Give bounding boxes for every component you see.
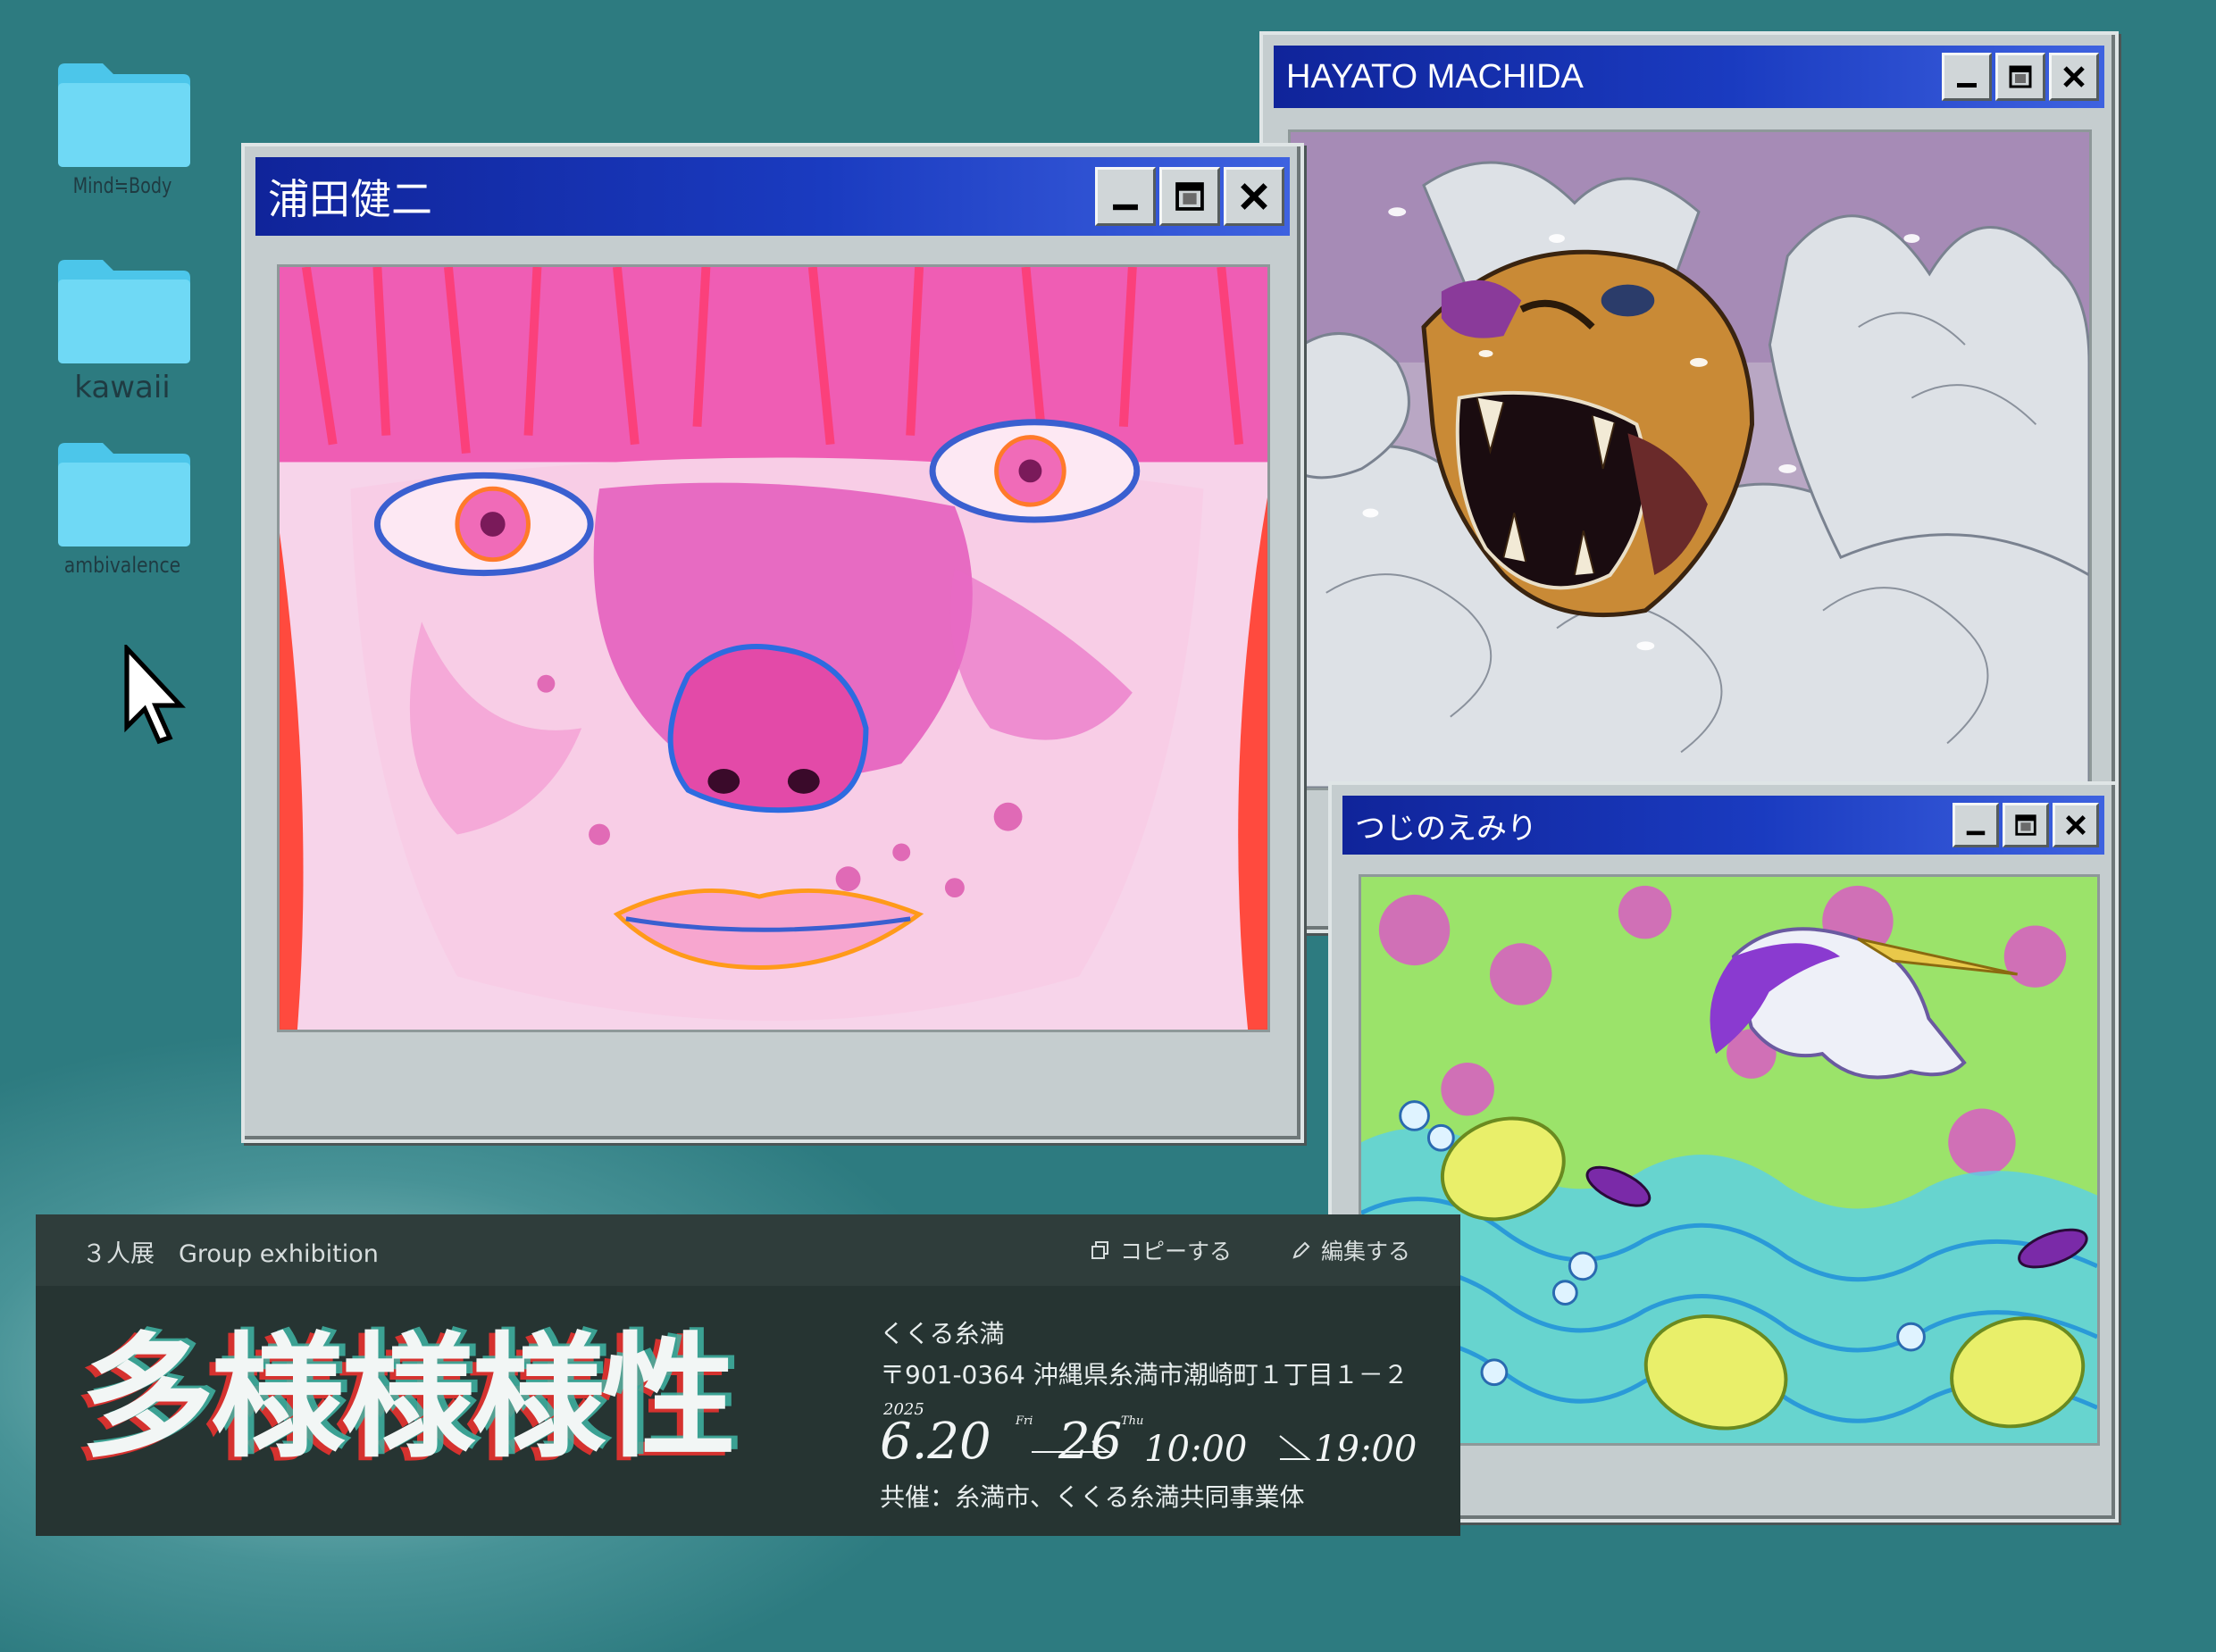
maximize-icon xyxy=(2015,814,2036,836)
minimize-icon xyxy=(1113,204,1138,211)
close-icon xyxy=(2066,815,2086,835)
exhibition-subtitle: ３人展 Group exhibition xyxy=(82,1240,379,1268)
window-controls xyxy=(1953,803,2099,847)
title-glitch-main: 多様様様性 xyxy=(80,1319,736,1476)
minimize-icon xyxy=(1966,830,1986,836)
artwork-unicorn-image xyxy=(1361,877,2097,1443)
folder-label: Mind≒Body xyxy=(72,173,172,198)
close-icon xyxy=(2063,66,2085,88)
artwork-unicorn xyxy=(1359,874,2100,1446)
minimize-button[interactable] xyxy=(1942,53,1992,101)
folder-label: kawaii xyxy=(74,370,171,405)
window-controls xyxy=(1095,167,1284,226)
open-time: 10:00 xyxy=(1144,1429,1248,1470)
maximize-button[interactable] xyxy=(2003,803,2049,847)
artwork-pink-face-image xyxy=(280,267,1267,1030)
minimize-icon xyxy=(1957,83,1977,88)
window-title: HAYATO MACHIDA xyxy=(1286,57,1584,96)
copy-button[interactable]: コピーする xyxy=(1090,1234,1232,1266)
artwork-tiger-image xyxy=(1291,132,2089,788)
window-titlebar[interactable]: 浦田健二 xyxy=(255,157,1290,236)
venue-name: くくる糸満 xyxy=(880,1319,1005,1348)
exhibition-info-panel: ３人展 Group exhibition コピーする 編集する 多様様様性 多様… xyxy=(36,1214,1460,1536)
edit-button[interactable]: 編集する xyxy=(1291,1234,1410,1266)
maximize-icon xyxy=(2009,65,2032,88)
copy-icon xyxy=(1091,1241,1108,1259)
maximize-button[interactable] xyxy=(1995,53,2045,101)
end-weekday: Thu xyxy=(1121,1414,1144,1428)
close-time: 19:00 xyxy=(1314,1429,1417,1470)
exhibition-title: 多様様様性 多様様様性 多様様様性 xyxy=(74,1319,884,1477)
folder-icon xyxy=(58,260,190,363)
maximize-button[interactable] xyxy=(1159,167,1220,226)
folder-mind-body[interactable]: Mind≒Body xyxy=(33,58,212,198)
artwork-tiger xyxy=(1288,129,2092,790)
minimize-button[interactable] xyxy=(1095,167,1156,226)
folder-kawaii[interactable]: kawaii xyxy=(33,254,212,405)
window-title: つじのえみり xyxy=(1355,811,1537,846)
window-titlebar[interactable]: つじのえみり xyxy=(1342,796,2104,855)
start-weekday: Fri xyxy=(1016,1414,1033,1428)
pencil-icon xyxy=(1292,1241,1310,1259)
window-urata-kenji[interactable]: 浦田健二 xyxy=(241,143,1304,1143)
close-button[interactable] xyxy=(2053,803,2099,847)
folder-label: ambivalence xyxy=(63,553,181,578)
mouse-pointer-icon xyxy=(124,645,187,745)
venue-address: 〒901-0364 沖縄県糸満市潮崎町１丁目１－２ xyxy=(880,1360,1409,1389)
copy-button-label: コピーする xyxy=(1120,1239,1233,1264)
artwork-pink-face xyxy=(277,264,1270,1032)
maximize-icon xyxy=(1175,182,1204,211)
folder-icon xyxy=(58,63,190,167)
window-titlebar[interactable]: HAYATO MACHIDA xyxy=(1274,46,2104,108)
folder-ambivalence[interactable]: ambivalence xyxy=(33,438,212,578)
minimize-button[interactable] xyxy=(1953,803,1999,847)
window-controls xyxy=(1942,53,2099,101)
window-title: 浦田健二 xyxy=(268,176,432,222)
close-icon xyxy=(1241,183,1267,210)
organizer: 共催：糸満市、くくる糸満共同事業体 xyxy=(880,1482,1305,1512)
close-button[interactable] xyxy=(1224,167,1284,226)
time-range-icon xyxy=(1279,1435,1310,1460)
close-button[interactable] xyxy=(2049,53,2099,101)
start-date: 6.20 xyxy=(880,1413,991,1471)
end-date: 26 xyxy=(1058,1413,1123,1471)
folder-icon xyxy=(58,443,190,546)
edit-button-label: 編集する xyxy=(1321,1239,1411,1264)
